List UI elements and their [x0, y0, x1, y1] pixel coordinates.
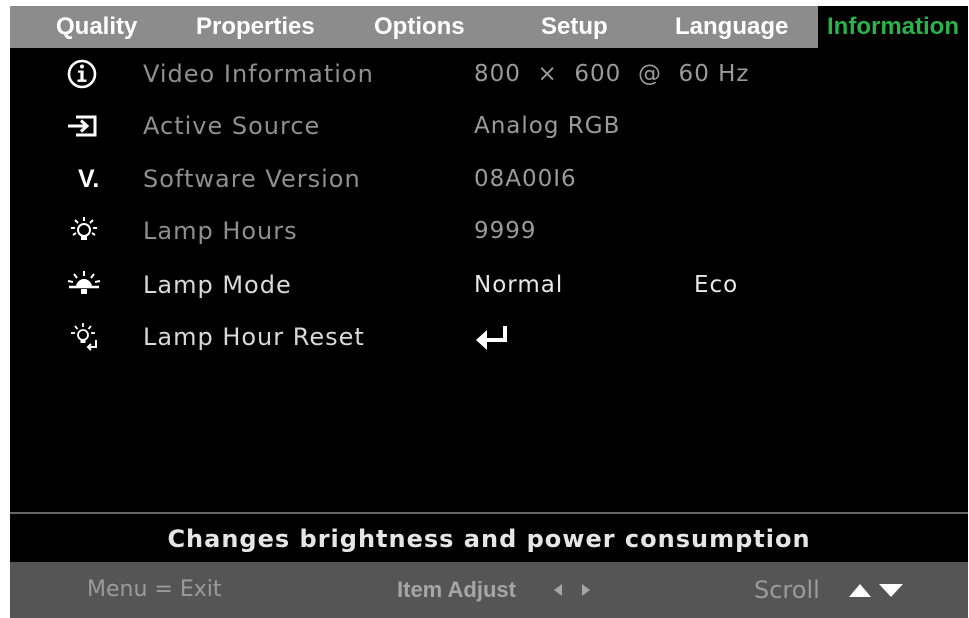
lamp-reset-icon	[62, 312, 106, 362]
menu-exit-label: Menu = Exit	[87, 577, 222, 602]
enter-key-icon[interactable]	[473, 324, 511, 356]
row-label: Lamp Hours	[143, 217, 298, 245]
help-hint-text: Changes brightness and power consumption	[167, 525, 811, 553]
tab-setup[interactable]: Setup	[541, 6, 608, 48]
source-input-icon	[62, 101, 106, 151]
row-label: Lamp Mode	[143, 271, 292, 299]
tab-information[interactable]: Information	[818, 6, 968, 48]
projector-osd-menu: Quality Properties Options Setup Languag…	[10, 6, 968, 618]
row-label: Software Version	[143, 165, 361, 193]
row-label: Lamp Hour Reset	[143, 323, 365, 351]
row-software-version[interactable]: V. Software Version 08A00I6	[10, 154, 968, 204]
row-active-source[interactable]: Active Source Analog RGB	[10, 101, 968, 151]
row-value: 9999	[474, 218, 537, 244]
footer-bar: Menu = Exit Item Adjust Scroll	[10, 562, 968, 618]
tab-properties[interactable]: Properties	[196, 6, 315, 48]
tab-language[interactable]: Language	[675, 6, 788, 48]
row-lamp-mode[interactable]: Lamp Mode Normal Eco	[10, 260, 968, 310]
lamp-mode-option-normal[interactable]: Normal	[474, 260, 563, 310]
row-label: Video Information	[143, 60, 374, 88]
tab-quality[interactable]: Quality	[56, 6, 137, 48]
row-value: 800 × 600 @ 60 Hz	[474, 61, 750, 87]
lamp-icon	[62, 206, 106, 256]
row-lamp-hours[interactable]: Lamp Hours 9999	[10, 206, 968, 256]
scroll-label: Scroll	[754, 576, 820, 604]
item-adjust-label: Item Adjust	[397, 577, 516, 602]
row-video-information[interactable]: Video Information 800 × 600 @ 60 Hz	[10, 49, 968, 99]
row-value: 08A00I6	[474, 166, 577, 192]
hint-divider	[10, 512, 968, 514]
menu-tab-bar: Quality Properties Options Setup Languag…	[10, 6, 968, 48]
up-down-arrows-icon	[849, 584, 903, 597]
lamp-mode-option-eco[interactable]: Eco	[694, 260, 738, 310]
info-icon	[62, 49, 106, 99]
left-right-arrows-icon	[554, 584, 590, 596]
lamp-mode-icon	[62, 260, 106, 310]
row-value: Analog RGB	[474, 113, 621, 139]
version-icon: V.	[78, 165, 100, 193]
row-label: Active Source	[143, 112, 321, 140]
row-lamp-hour-reset[interactable]: Lamp Hour Reset	[10, 312, 968, 362]
tab-options[interactable]: Options	[374, 6, 465, 48]
